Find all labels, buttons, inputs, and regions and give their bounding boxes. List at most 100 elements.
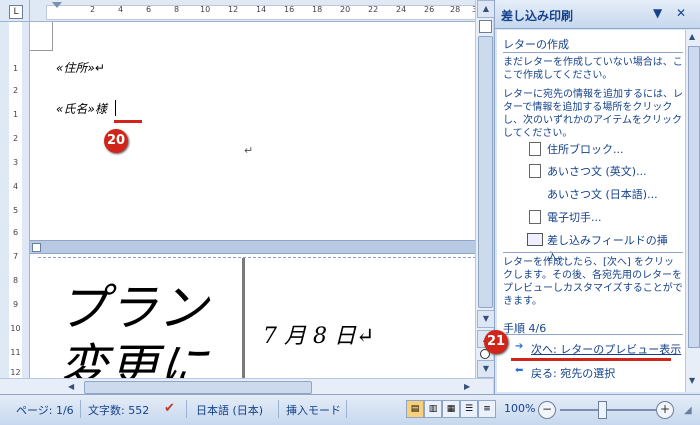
document-area[interactable]: «住所»↵ «氏名»様 20 ↵ プラン変更に 7 月 8 日↵: [30, 22, 475, 378]
link-greeting-english[interactable]: あいさつ文 (英文)...: [547, 163, 647, 179]
zoom-slider-track[interactable]: [560, 409, 656, 411]
indent-marker-icon[interactable]: [52, 2, 62, 8]
link-address-block[interactable]: 住所ブロック...: [547, 141, 624, 157]
ruler-tick: 9: [12, 300, 19, 309]
table-cell-date-text[interactable]: 7 月 8 日↵: [263, 318, 374, 350]
ruler-tick: 2: [12, 86, 19, 95]
ruler-tick: 10: [10, 324, 21, 333]
status-separator: [186, 400, 187, 418]
tab-stop-icon: L: [9, 5, 23, 19]
instruction-text-3: レターを作成したら、[次へ] をクリックします。その後、各宛先用のレターをプレビ…: [503, 257, 683, 307]
merge-field-address[interactable]: «住所»↵: [56, 59, 105, 76]
resize-grip-icon[interactable]: ◢: [684, 405, 692, 416]
mail-merge-task-pane: 差し込み印刷 ▼ ✕ レターの作成 まだレターを作成していない場合は、ここで作成…: [494, 0, 700, 394]
postage-icon: [529, 210, 541, 224]
scroll-right-arrow-icon[interactable]: ▶: [464, 382, 470, 391]
pane-scroll-up-icon[interactable]: ▲: [689, 32, 695, 41]
document-table[interactable]: プラン変更に 7 月 8 日↵: [38, 257, 475, 378]
instruction-text-1: まだレターを作成していない場合は、ここで作成してください。: [503, 57, 683, 81]
zoom-level[interactable]: 100%: [504, 402, 535, 415]
pane-options-dropdown-icon[interactable]: ▼: [653, 6, 662, 20]
horizontal-scrollbar[interactable]: ◀ ▶: [0, 378, 493, 394]
ruler-toggle-icon[interactable]: [479, 20, 492, 33]
ruler-tick: 2: [90, 5, 96, 14]
page-corner-mark: [30, 22, 53, 51]
zoom-in-icon[interactable]: +: [656, 401, 674, 419]
pane-scroll-thumb[interactable]: [688, 46, 700, 348]
greeting-line-icon: [529, 164, 541, 178]
address-block-icon: [529, 142, 541, 156]
ruler-tick: 16: [284, 5, 295, 14]
web-layout-view-icon[interactable]: ▦: [442, 400, 460, 418]
full-screen-reading-view-icon[interactable]: ▥: [424, 400, 442, 418]
red-underline-marker: [511, 358, 671, 361]
status-bar: ページ: 1/6 文字数: 552 ✔ 日本語 (日本) 挿入モード ▤ ▥ ▦…: [0, 394, 700, 425]
ruler-tick: 28: [450, 5, 461, 14]
ruler-tick: 11: [10, 348, 21, 357]
next-arrow-icon: ➔: [515, 341, 524, 352]
section-divider: [503, 334, 683, 335]
task-pane-content: レターの作成 まだレターを作成していない場合は、ここで作成してください。 レター…: [497, 30, 685, 392]
merge-field-icon: [527, 233, 543, 246]
close-pane-icon[interactable]: ✕: [676, 6, 686, 20]
draft-view-icon[interactable]: ≡: [478, 400, 496, 418]
zoom-slider-thumb[interactable]: [598, 401, 607, 419]
horizontal-scroll-thumb[interactable]: [84, 381, 312, 394]
ruler-tick: 6: [12, 228, 19, 237]
ruler-tick: 10: [200, 5, 211, 14]
step-badge-20: 20: [104, 129, 128, 153]
language-indicator[interactable]: 日本語 (日本): [196, 402, 263, 418]
ruler-tick: 20: [340, 5, 351, 14]
scroll-up-arrow-icon[interactable]: ▲: [477, 0, 495, 18]
paragraph-mark: ↵: [244, 144, 254, 157]
scroll-down-arrow-icon[interactable]: ▼: [477, 310, 495, 328]
task-pane-title: 差し込み印刷: [501, 9, 574, 23]
ruler-tick: 24: [396, 5, 407, 14]
ruler-tick: 12: [10, 368, 21, 377]
word-count[interactable]: 文字数: 552: [88, 402, 149, 418]
ruler-tick: 4: [12, 182, 19, 191]
page-break-gap: [30, 240, 475, 254]
ruler-tick: 8: [12, 276, 19, 285]
pane-scroll-down-icon[interactable]: ▼: [689, 376, 695, 385]
task-pane-header: 差し込み印刷 ▼ ✕: [495, 0, 700, 29]
proofing-error-icon[interactable]: ✔: [164, 401, 180, 417]
step-badge-21: 21: [484, 330, 508, 354]
link-greeting-japanese[interactable]: あいさつ文 (日本語)...: [547, 186, 658, 202]
insert-mode-indicator[interactable]: 挿入モード: [286, 402, 341, 418]
status-separator: [346, 400, 347, 418]
scroll-left-arrow-icon[interactable]: ◀: [68, 382, 74, 391]
red-underline-marker: [114, 120, 142, 123]
previous-step-link[interactable]: 戻る: 宛先の選択: [531, 365, 615, 381]
ruler-margin-area: [46, 5, 488, 20]
section-title-create-letter: レターの作成: [503, 38, 569, 51]
link-electronic-postage[interactable]: 電子切手...: [547, 209, 602, 225]
table-cell-left-text[interactable]: プラン変更に: [58, 278, 238, 378]
ruler-tick: 7: [12, 252, 19, 261]
instruction-text-2: レターに宛先の情報を追加するには、レターで情報を追加する場所をクリックし、次のい…: [503, 89, 683, 139]
ruler-tick: 1: [12, 64, 19, 73]
print-layout-view-icon[interactable]: ▤: [406, 400, 424, 418]
section-divider: [503, 252, 683, 253]
ruler-tick: 22: [368, 5, 379, 14]
horizontal-ruler[interactable]: 2 4 6 8 10 12 14 16 18 20 22 24 26 28 30: [30, 0, 488, 22]
page-indicator[interactable]: ページ: 1/6: [16, 402, 74, 418]
ruler-tick: 18: [312, 5, 323, 14]
next-page-icon[interactable]: ▼: [477, 360, 495, 378]
ruler-tick: 8: [174, 5, 180, 14]
task-pane-scrollbar[interactable]: ▲ ▼: [685, 30, 700, 392]
outline-view-icon[interactable]: ☰: [460, 400, 478, 418]
vertical-ruler[interactable]: 1 2 1 2 3 4 5 6 7 8 9 10 11 12: [0, 22, 30, 378]
section-divider: [503, 52, 683, 53]
ruler-tick: 1: [12, 110, 19, 119]
scroll-thumb[interactable]: [478, 36, 493, 308]
zoom-out-icon[interactable]: −: [538, 401, 556, 419]
text-cursor: [115, 100, 116, 116]
merge-field-name[interactable]: «氏名»様: [56, 100, 107, 117]
vertical-scrollbar[interactable]: ▲ ▼ ▲ ▼: [475, 0, 495, 378]
ruler-corner-tab-selector[interactable]: L: [0, 0, 30, 22]
next-step-link[interactable]: 次へ: レターのプレビュー表示: [531, 341, 681, 357]
ruler-tick: 26: [424, 5, 435, 14]
table-move-handle-icon[interactable]: [32, 243, 41, 252]
ruler-tick: 2: [12, 134, 19, 143]
